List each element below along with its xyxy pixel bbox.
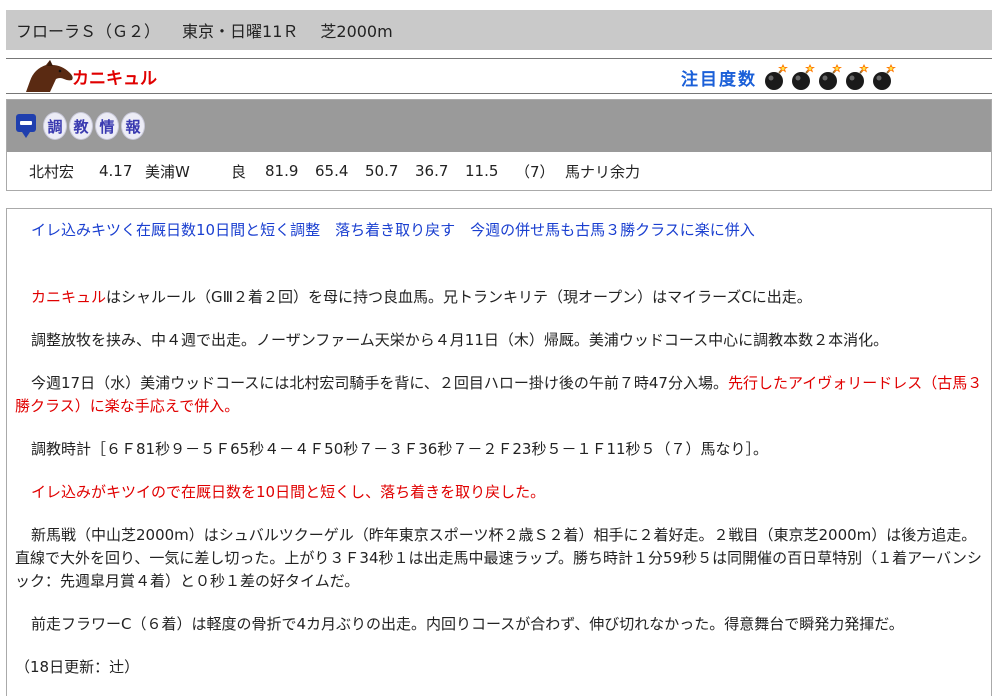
training-row: 北村宏 4.17 美浦W 良 81.9 65.4 50.7 36.7 11.5 … xyxy=(7,152,991,190)
horse-head-icon xyxy=(26,60,73,92)
comment-p1-text: はシャルール（GⅢ２着２回）を母に持つ良血馬。兄トランキリテ（現オープン）はマイ… xyxy=(106,288,812,306)
info-tag-icon xyxy=(16,114,36,138)
comment-section: イレ込みキツく在厩日数10日間と短く調整 落ち着き取り戻す 今週の併せ馬も古馬３… xyxy=(6,208,992,696)
bomb-icon xyxy=(792,64,815,90)
comment-p3-text: 今週17日（水）美浦ウッドコースには北村宏司騎手を背に、２回目ハロー掛け後の午前… xyxy=(31,374,728,392)
training-position: （7） xyxy=(515,162,555,181)
comment-paragraph-5: イレ込みがキツイので在厩日数を10日間と短くし、落ち着きを取り戻した。 xyxy=(31,483,546,501)
training-jockey: 北村宏 xyxy=(29,162,75,181)
title-char-3: 情 xyxy=(95,112,119,140)
title-char-1: 調 xyxy=(43,112,67,140)
horse-name: カニキュル xyxy=(72,68,157,89)
training-note: 馬ナリ余力 xyxy=(565,162,641,181)
horse-bar: カニキュル 注目度数 xyxy=(6,58,992,94)
training-condition: 良 xyxy=(231,162,247,181)
training-time-4: 36.7 xyxy=(415,162,449,180)
title-char-4: 報 xyxy=(121,112,145,140)
update-note: （18日更新：辻） xyxy=(15,658,140,676)
bomb-icon xyxy=(765,64,788,90)
attention-rating: 注目度数 xyxy=(681,59,898,95)
training-header: 調 教 情 報 xyxy=(7,100,991,152)
bomb-icon xyxy=(873,64,896,90)
race-venue: 東京・日曜11Ｒ xyxy=(182,22,299,41)
training-course: 美浦W xyxy=(145,162,190,181)
training-time-5: 11.5 xyxy=(465,162,499,180)
race-course: 芝2000m xyxy=(320,22,393,41)
bomb-icon xyxy=(846,64,869,90)
training-time-1: 81.9 xyxy=(265,162,299,180)
training-section: 調 教 情 報 北村宏 4.17 美浦W 良 81.9 65.4 50.7 36… xyxy=(6,99,992,191)
training-time-2: 65.4 xyxy=(315,162,349,180)
comment-paragraph-6: 新馬戦（中山芝2000m）はシュバルツクーゲル（昨年東京スポーツ杯２歳Ｓ２着）相… xyxy=(15,526,982,590)
comment-paragraph-4: 調教時計［６Ｆ81秒９－５Ｆ65秒４－４Ｆ50秒７－３Ｆ36秒７－２Ｆ23秒５－… xyxy=(31,440,769,458)
comment-paragraph-2: 調整放牧を挟み、中４週で出走。ノーザンファーム天栄から４月11日（木）帰厩。美浦… xyxy=(31,331,889,349)
training-date: 4.17 xyxy=(99,162,133,180)
attention-label: 注目度数 xyxy=(681,69,757,90)
bomb-rating xyxy=(763,63,898,91)
comment-paragraph-1: カニキュルはシャルール（GⅢ２着２回）を母に持つ良血馬。兄トランキリテ（現オープ… xyxy=(15,286,983,309)
race-header: フローラＳ（Ｇ２） 東京・日曜11Ｒ 芝2000m xyxy=(6,10,992,50)
horse-name-highlight: カニキュル xyxy=(31,288,107,306)
comment-lead: イレ込みキツく在厩日数10日間と短く調整 落ち着き取り戻す 今週の併せ馬も古馬３… xyxy=(31,221,755,239)
race-name: フローラＳ（Ｇ２） xyxy=(16,22,161,41)
bomb-icon xyxy=(819,64,842,90)
title-char-2: 教 xyxy=(69,112,93,140)
comment-paragraph-3: 今週17日（水）美浦ウッドコースには北村宏司騎手を背に、２回目ハロー掛け後の午前… xyxy=(15,372,983,418)
training-time-3: 50.7 xyxy=(365,162,399,180)
comment-paragraph-7: 前走フラワーC（６着）は軽度の骨折で4カ月ぶりの出走。内回りコースが合わず、伸び… xyxy=(31,615,904,633)
